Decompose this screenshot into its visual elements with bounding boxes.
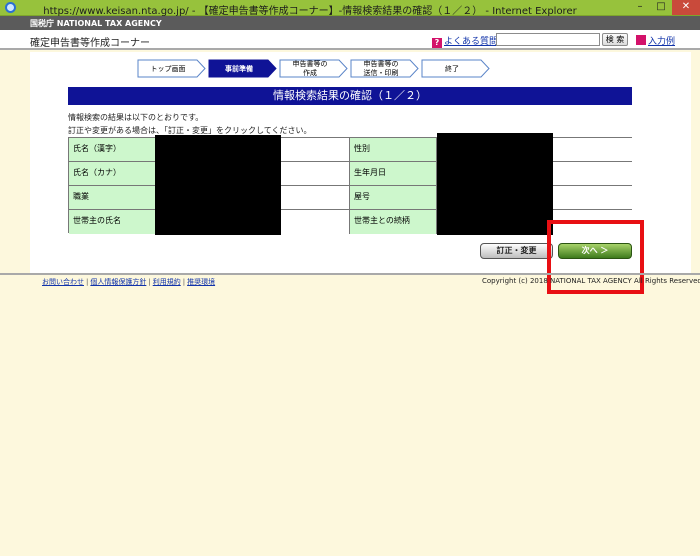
window-title: https://www.keisan.nta.go.jp/ - 【確定申告書等作…: [43, 6, 577, 17]
label-occupation: 職業: [69, 186, 156, 210]
footer-divider: [0, 273, 700, 275]
redaction-block: [155, 135, 281, 235]
page-heading: 情報検索結果の確認（１／２）: [68, 87, 632, 105]
step-label-sub: 送信・印刷: [363, 69, 399, 77]
site-header: 確定申告書等作成コーナー ? よくある質問 検 索 入力例: [0, 30, 700, 50]
search-button[interactable]: 検 索: [602, 33, 628, 46]
step-send-print: 申告書等の 送信・印刷: [350, 59, 420, 78]
site-title: 確定申告書等作成コーナー: [30, 38, 150, 49]
step-label: 申告書等の: [292, 60, 328, 68]
footer-separator: |: [86, 278, 89, 286]
step-label: 終了: [445, 65, 459, 73]
question-icon: ?: [432, 38, 442, 48]
label-name-kanji: 氏名（漢字）: [69, 138, 156, 162]
faq-label: よくある質問: [444, 37, 499, 47]
footer-link-environment[interactable]: 推奨環境: [187, 278, 215, 286]
step-label-sub: 作成: [303, 69, 317, 77]
footer-links: お問い合わせ | 個人情報保護方針 | 利用規約 | 推奨環境: [42, 277, 215, 287]
maximize-button[interactable]: □: [652, 0, 670, 15]
step-top: トップ画面: [137, 59, 207, 78]
redaction-block: [437, 133, 553, 235]
agency-bar: 国税庁 NATIONAL TAX AGENCY: [0, 16, 700, 30]
step-finish: 終了: [421, 59, 491, 78]
label-householder-name: 世帯主の氏名: [69, 210, 156, 234]
step-create: 申告書等の 作成: [279, 59, 349, 78]
step-label: 事前準備: [225, 65, 253, 73]
minimize-button[interactable]: –: [630, 0, 650, 15]
input-example-link[interactable]: 入力例: [636, 34, 675, 47]
footer-separator: |: [182, 278, 186, 286]
label-name-kana: 氏名（カナ）: [69, 162, 156, 186]
footer-link-privacy[interactable]: 個人情報保護方針: [90, 278, 146, 286]
copyright: Copyright (c) 2018 NATIONAL TAX AGENCY A…: [482, 277, 700, 285]
intro-text: 情報検索の結果は以下のとおりです。: [68, 113, 204, 122]
footer-separator: |: [148, 278, 151, 286]
agency-logo: 国税庁 NATIONAL TAX AGENCY: [30, 19, 162, 28]
search-input[interactable]: [496, 33, 600, 46]
step-preparation: 事前準備: [208, 59, 278, 78]
label-householder-relation: 世帯主との続柄: [350, 210, 437, 234]
label-birthdate: 生年月日: [350, 162, 437, 186]
step-label: 申告書等の: [363, 60, 399, 68]
faq-link[interactable]: ? よくある質問: [432, 34, 498, 48]
step-label: トップ画面: [150, 65, 186, 73]
close-button[interactable]: ✕: [672, 0, 700, 15]
label-gender: 性別: [350, 138, 437, 162]
window-titlebar: https://www.keisan.nta.go.jp/ - 【確定申告書等作…: [0, 0, 700, 17]
book-icon: [636, 35, 646, 45]
input-example-label: 入力例: [648, 37, 676, 47]
footer-link-terms[interactable]: 利用規約: [153, 278, 181, 286]
label-trade-name: 屋号: [350, 186, 437, 210]
correct-change-button[interactable]: 訂正・変更: [480, 243, 553, 259]
footer-link-contact[interactable]: お問い合わせ: [42, 278, 84, 286]
